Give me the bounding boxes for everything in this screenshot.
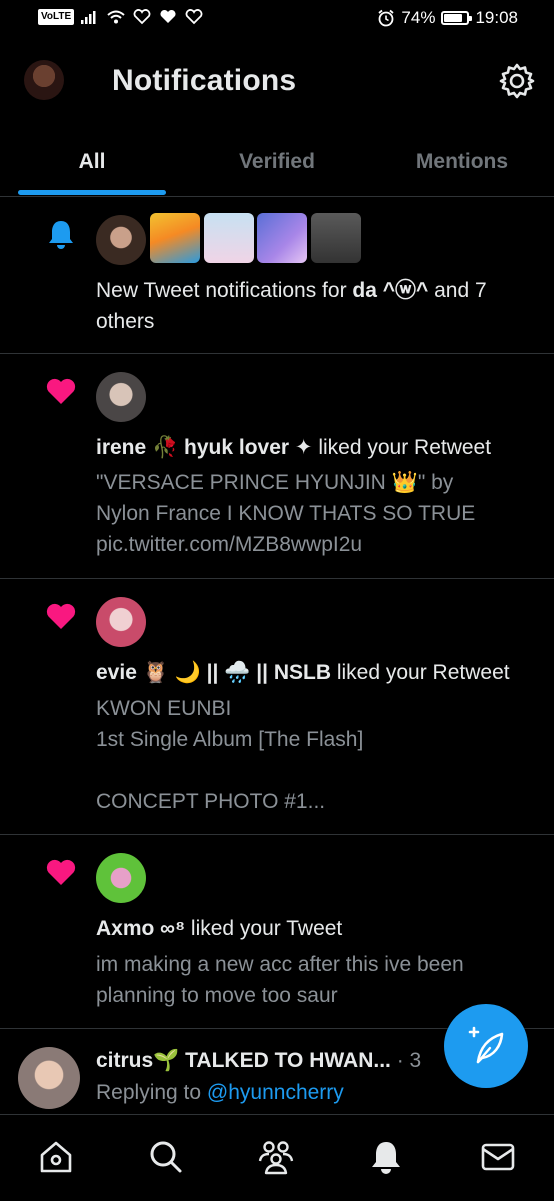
account-name[interactable]: da ^ⓦ^ bbox=[352, 279, 428, 302]
replying-prefix: Replying to bbox=[96, 1081, 207, 1104]
notification-text: Axmo ∞⁸ liked your Tweet bbox=[96, 913, 536, 944]
tweet-preview-line: Nylon France I KNOW THATS SO TRUE bbox=[96, 502, 476, 525]
heart-filled-icon bbox=[160, 9, 176, 23]
notification-action: liked your Tweet bbox=[185, 917, 343, 940]
page-title: Notifications bbox=[112, 64, 297, 97]
status-bar: VoLTE 74% 19:08 bbox=[0, 0, 554, 38]
heart-icon bbox=[46, 859, 76, 885]
notification-action: liked your Retweet bbox=[312, 436, 492, 459]
search-icon[interactable] bbox=[146, 1137, 186, 1177]
avatar[interactable] bbox=[96, 215, 146, 265]
author-name[interactable]: citrus🌱 TALKED TO HWAN... bbox=[96, 1049, 391, 1072]
tweet-preview-line: "VERSACE PRINCE HYUNJIN 👑" by bbox=[96, 471, 454, 494]
avatar[interactable] bbox=[96, 853, 146, 903]
avatar[interactable] bbox=[18, 1047, 80, 1109]
heart-icon bbox=[46, 378, 76, 404]
avatar-thumbnail[interactable] bbox=[204, 213, 254, 263]
bottom-navigation bbox=[0, 1114, 554, 1201]
volte-badge: VoLTE bbox=[38, 9, 75, 25]
tweet-preview-line: 1st Single Album [The Flash] bbox=[96, 728, 364, 751]
notification-action: liked your Retweet bbox=[331, 661, 510, 684]
notification-text-line2: others bbox=[96, 310, 155, 333]
feather-plus-icon bbox=[468, 1026, 504, 1064]
notification-item[interactable]: Axmo ∞⁸ liked your Tweet im making a new… bbox=[0, 835, 554, 1029]
avatar-thumbnail[interactable] bbox=[257, 213, 307, 263]
notification-item[interactable]: New Tweet notifications for da ^ⓦ^ and 7… bbox=[0, 197, 554, 354]
compose-tweet-button[interactable] bbox=[444, 1004, 528, 1088]
notification-tabs: All Verified Mentions bbox=[0, 128, 554, 197]
tweet-preview-line: pic.twitter.com/MZB8wwpI2u bbox=[96, 533, 363, 556]
actor-name[interactable]: irene 🥀 hyuk lover ✦ bbox=[96, 436, 312, 459]
notification-text: irene 🥀 hyuk lover ✦ liked your Retweet bbox=[96, 432, 536, 463]
actor-name[interactable]: Axmo ∞⁸ bbox=[96, 917, 185, 940]
top-app-bar: Notifications bbox=[0, 38, 554, 128]
reply-meta: · 3 bbox=[390, 1049, 422, 1072]
notification-text: evie 🦉 🌙 || 🌧️ || NSLB liked your Retwee… bbox=[96, 657, 536, 688]
notification-text-prefix: New Tweet notifications for bbox=[96, 279, 353, 302]
profile-avatar[interactable] bbox=[24, 60, 64, 100]
notifications-bell-icon[interactable] bbox=[366, 1137, 406, 1177]
tweet-preview-line: im making a new acc after this ive been bbox=[96, 953, 464, 976]
heart-icon bbox=[46, 603, 76, 629]
tab-all[interactable]: All bbox=[18, 128, 166, 196]
tab-verified[interactable]: Verified bbox=[194, 128, 360, 196]
active-tab-indicator bbox=[18, 190, 166, 195]
tweet-preview-line: CONCEPT PHOTO #1... bbox=[96, 790, 326, 813]
tab-mentions[interactable]: Mentions bbox=[388, 128, 536, 196]
notification-item[interactable]: irene 🥀 hyuk lover ✦ liked your Retweet … bbox=[0, 354, 554, 579]
alarm-icon bbox=[378, 9, 394, 27]
notification-item[interactable]: evie 🦉 🌙 || 🌧️ || NSLB liked your Retwee… bbox=[0, 579, 554, 835]
signal-icon bbox=[81, 11, 96, 24]
communities-icon[interactable] bbox=[256, 1137, 296, 1177]
replying-handle-link[interactable]: @hyunncherry bbox=[207, 1081, 344, 1104]
avatar-thumbnail[interactable] bbox=[150, 213, 200, 263]
avatar[interactable] bbox=[96, 597, 146, 647]
notification-text: New Tweet notifications for da ^ⓦ^ and 7 bbox=[96, 275, 536, 306]
home-icon[interactable] bbox=[36, 1137, 76, 1177]
avatar[interactable] bbox=[96, 372, 146, 422]
clock: 19:08 bbox=[475, 8, 518, 27]
avatar-thumbnail[interactable] bbox=[311, 213, 361, 263]
heart-outline-icon bbox=[185, 9, 203, 25]
bell-icon bbox=[49, 221, 73, 249]
heart-outline-icon bbox=[133, 9, 151, 25]
battery-fill bbox=[444, 14, 463, 22]
messages-icon[interactable] bbox=[478, 1137, 518, 1177]
notification-text-suffix: and 7 bbox=[428, 279, 487, 302]
wifi-icon bbox=[107, 10, 125, 24]
battery-percent: 74% bbox=[401, 8, 436, 27]
tweet-preview-line: KWON EUNBI bbox=[96, 697, 232, 720]
battery-icon bbox=[441, 11, 473, 25]
actor-name[interactable]: evie 🦉 🌙 || 🌧️ || NSLB bbox=[96, 661, 331, 684]
settings-gear-icon[interactable] bbox=[498, 62, 536, 100]
reply-header: citrus🌱 TALKED TO HWAN... · 3 bbox=[96, 1045, 454, 1076]
